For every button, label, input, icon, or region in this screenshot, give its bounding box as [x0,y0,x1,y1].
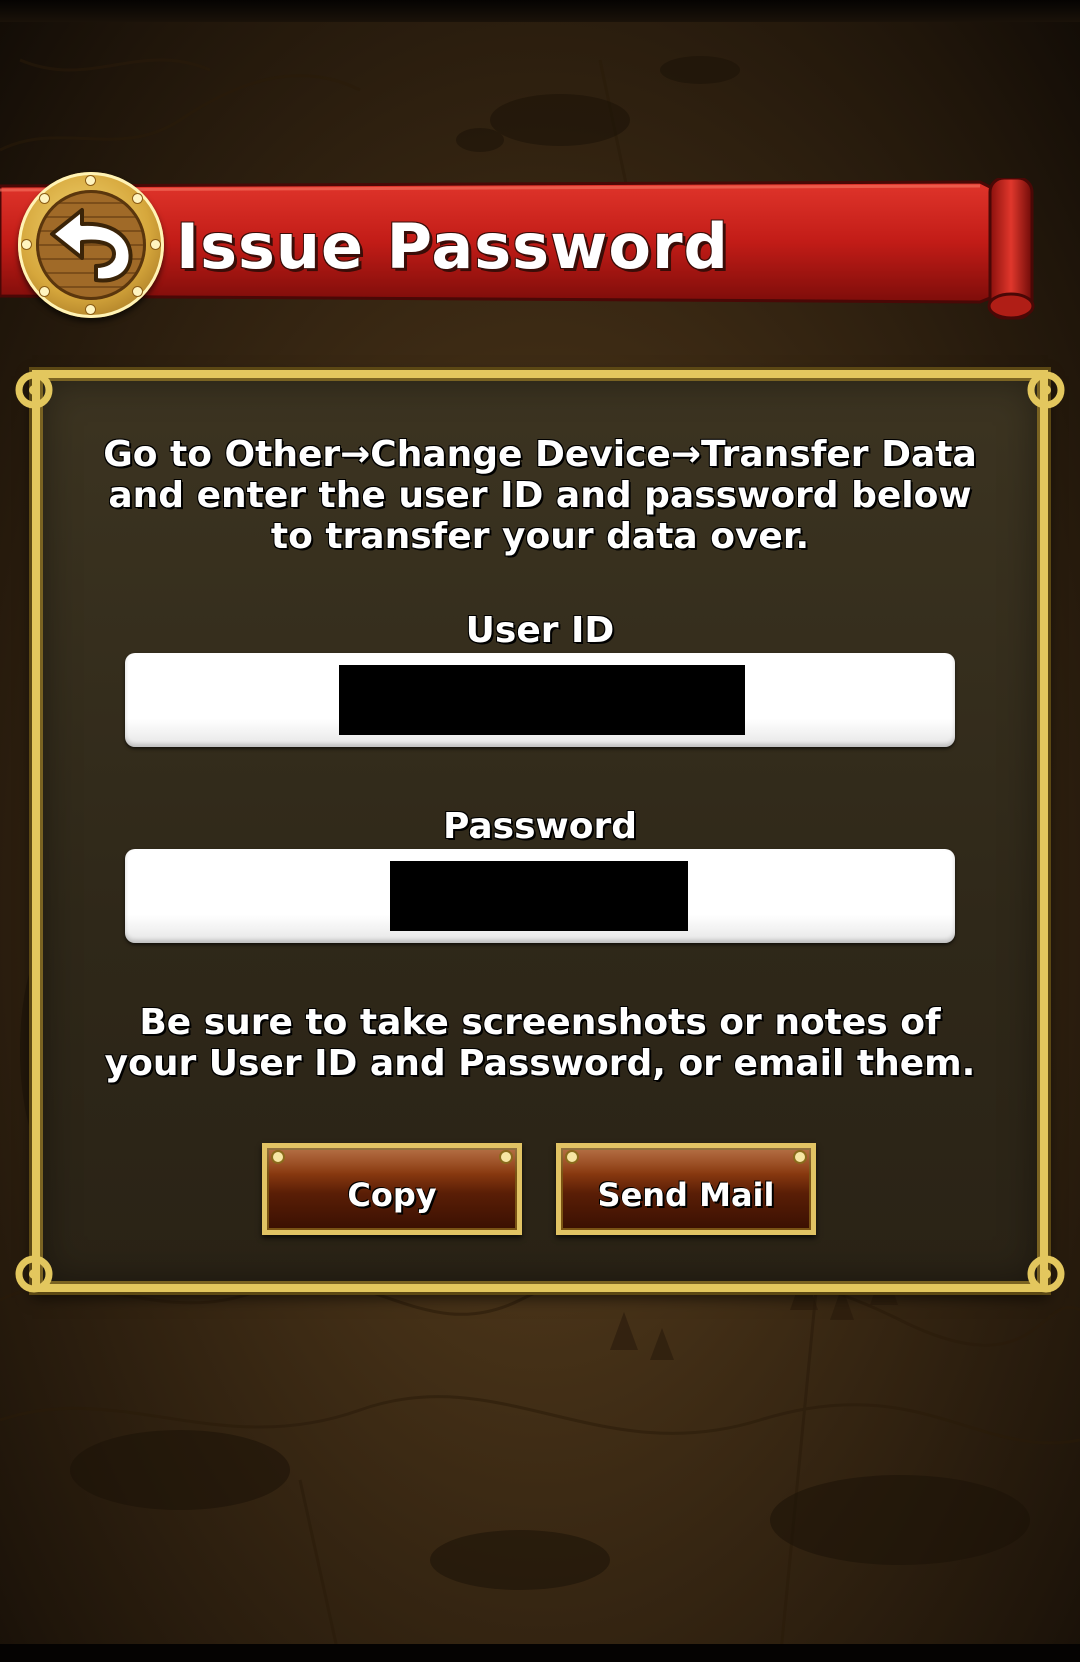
send-mail-button[interactable]: Send Mail [556,1143,816,1235]
instructions-line: Go to Other→Change Device→Transfer Data [103,434,977,475]
bolt-icon [22,240,31,249]
user-id-value-redacted [339,665,745,735]
instructions-line: and enter the user ID and password below [108,475,972,516]
note-line: your User ID and Password, or email them… [104,1043,976,1084]
stud-icon [273,1152,283,1162]
corner-scroll-ornament [15,1255,53,1293]
user-id-label: User ID [465,610,615,651]
bottom-strip [0,1644,1080,1662]
corner-scroll-ornament [1027,371,1065,409]
stud-icon [567,1152,577,1162]
bolt-icon [40,194,49,203]
stud-icon [795,1152,805,1162]
bolt-icon [133,287,142,296]
copy-button[interactable]: Copy [262,1143,522,1235]
bolt-icon [133,194,142,203]
password-value-redacted [390,861,688,931]
issue-password-screen: Issue Password Go to Other→Change Device… [0,0,1080,1662]
password-field[interactable] [125,849,955,943]
bolt-icon [151,240,160,249]
bolt-icon [40,287,49,296]
stud-icon [501,1152,511,1162]
copy-button-label: Copy [347,1176,437,1214]
corner-scroll-ornament [15,371,53,409]
note-text: Be sure to take screenshots or notes of … [0,1002,1080,1084]
corner-scroll-ornament [1027,1255,1065,1293]
note-line: Be sure to take screenshots or notes of [139,1002,941,1043]
bolt-icon [86,305,95,314]
instructions-line: to transfer your data over. [270,516,810,557]
back-button[interactable] [18,172,164,318]
password-label: Password [442,806,638,847]
send-mail-button-label: Send Mail [597,1176,775,1214]
page-title: Issue Password [176,210,729,283]
instructions-text: Go to Other→Change Device→Transfer Data … [0,434,1080,557]
bolt-icon [86,176,95,185]
back-arrow-icon [50,208,133,283]
user-id-field[interactable] [125,653,955,747]
